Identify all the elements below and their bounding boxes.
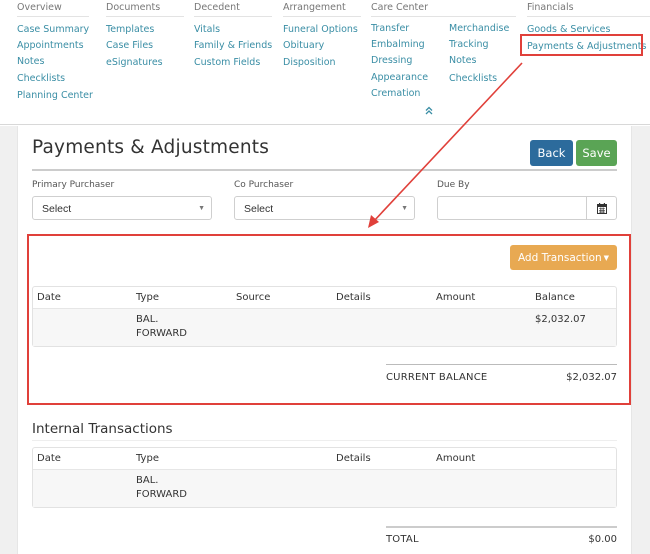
nav-link-family-friends[interactable]: Family & Friends xyxy=(194,38,272,54)
co-purchaser-label: Co Purchaser xyxy=(234,180,294,190)
total-label: TOTAL xyxy=(386,534,419,545)
internal-transactions-table: Date Type Details Amount BAL. FORWARD xyxy=(32,447,617,508)
nav-link-care-checklists[interactable]: Checklists xyxy=(449,70,509,88)
back-button[interactable]: Back xyxy=(530,140,573,166)
nav-column-arrangement: Arrangement Funeral Options Obituary Dis… xyxy=(283,0,361,72)
nav-link-appearance[interactable]: Appearance xyxy=(371,70,428,86)
nav-link-cremation[interactable]: Cremation xyxy=(371,86,428,102)
page-title: Payments & Adjustments xyxy=(32,137,270,158)
column-header-details: Details xyxy=(336,292,371,303)
nav-link-funeral-options[interactable]: Funeral Options xyxy=(283,22,361,38)
column-header-amount: Amount xyxy=(436,292,476,303)
nav-link-esignatures[interactable]: eSignatures xyxy=(106,54,184,72)
nav-link-custom-fields[interactable]: Custom Fields xyxy=(194,54,272,72)
table-header: Date Type Source Details Amount Balance xyxy=(33,287,616,309)
primary-purchaser-select[interactable]: Select ▼ xyxy=(32,196,212,220)
nav-link-checklists[interactable]: Checklists xyxy=(17,71,89,87)
total-value: $0.00 xyxy=(588,534,617,545)
nav-link-appointments[interactable]: Appointments xyxy=(17,38,89,54)
calendar-button[interactable] xyxy=(586,196,617,220)
nav-link-tracking[interactable]: Tracking xyxy=(449,37,509,53)
nav-column-overview: Overview Case Summary Appointments Notes… xyxy=(17,0,93,105)
column-header-type: Type xyxy=(136,292,159,303)
add-transaction-button[interactable]: Add Transaction ▼ xyxy=(510,245,617,270)
table-row[interactable]: BAL. FORWARD $2,032.07 xyxy=(33,309,616,346)
caret-down-icon: ▼ xyxy=(603,253,610,262)
cell-balance: $2,032.07 xyxy=(535,314,586,325)
section-divider xyxy=(32,440,617,441)
nav-heading-decedent: Decedent xyxy=(194,0,272,17)
nav-heading-financials: Financials xyxy=(527,0,650,17)
column-header-balance: Balance xyxy=(535,292,575,303)
table-header: Date Type Details Amount xyxy=(33,448,616,470)
title-divider xyxy=(32,169,617,171)
nav-link-templates[interactable]: Templates xyxy=(106,22,184,38)
cell-type-line2: FORWARD xyxy=(136,328,187,339)
nav-link-notes[interactable]: Notes xyxy=(17,54,89,70)
nav-link-embalming[interactable]: Embalming xyxy=(371,37,428,53)
cell-type: BAL. FORWARD xyxy=(136,313,187,341)
chevron-down-icon: ▼ xyxy=(401,205,408,212)
nav-link-case-files[interactable]: Case Files xyxy=(106,38,184,54)
nav-column-care-center: Care Center Transfer Embalming Dressing … xyxy=(371,0,516,99)
nav-link-dressing[interactable]: Dressing xyxy=(371,53,428,69)
column-header-details: Details xyxy=(336,453,371,464)
due-by-input[interactable] xyxy=(437,196,587,220)
nav-heading-arrangement: Arrangement xyxy=(283,0,361,17)
column-header-date: Date xyxy=(37,292,61,303)
column-header-date: Date xyxy=(37,453,61,464)
primary-purchaser-value: Select xyxy=(42,203,72,215)
nav-heading-overview: Overview xyxy=(17,0,89,17)
primary-purchaser-label: Primary Purchaser xyxy=(32,180,115,190)
nav-heading-care-center: Care Center xyxy=(371,0,516,17)
current-balance-value: $2,032.07 xyxy=(566,372,617,383)
column-header-type: Type xyxy=(136,453,159,464)
chevron-down-icon: ▼ xyxy=(198,205,205,212)
nav-column-decedent: Decedent Vitals Family & Friends Custom … xyxy=(194,0,272,72)
nav-link-disposition[interactable]: Disposition xyxy=(283,54,361,72)
nav-link-case-summary[interactable]: Case Summary xyxy=(17,22,89,38)
double-chevron-up-icon[interactable] xyxy=(425,106,433,118)
top-navigation: Overview Case Summary Appointments Notes… xyxy=(0,0,650,125)
nav-link-transfer[interactable]: Transfer xyxy=(371,21,428,37)
add-transaction-label: Add Transaction xyxy=(517,251,602,264)
due-by-label: Due By xyxy=(437,180,470,190)
save-button[interactable]: Save xyxy=(576,140,617,166)
current-balance-label: CURRENT BALANCE xyxy=(386,372,488,383)
nav-heading-documents: Documents xyxy=(106,0,184,17)
nav-link-vitals[interactable]: Vitals xyxy=(194,22,272,38)
nav-link-care-notes[interactable]: Notes xyxy=(449,53,509,69)
highlight-annotation-nav xyxy=(520,34,643,56)
nav-link-planning-center[interactable]: Planning Center xyxy=(17,87,93,105)
summary-divider xyxy=(386,364,617,365)
transactions-table: Date Type Source Details Amount Balance … xyxy=(32,286,617,347)
cell-type: BAL. FORWARD xyxy=(136,474,187,502)
co-purchaser-value: Select xyxy=(244,203,274,215)
nav-link-merchandise[interactable]: Merchandise xyxy=(449,21,509,37)
nav-column-documents: Documents Templates Case Files eSignatur… xyxy=(106,0,184,72)
column-header-amount: Amount xyxy=(436,453,476,464)
cell-type-line1: BAL. xyxy=(136,314,159,325)
internal-transactions-title: Internal Transactions xyxy=(32,421,173,437)
cell-type-line1: BAL. xyxy=(136,475,159,486)
co-purchaser-select[interactable]: Select ▼ xyxy=(234,196,415,220)
total-divider xyxy=(386,526,617,528)
column-header-source: Source xyxy=(236,292,271,303)
calendar-icon xyxy=(596,199,607,218)
table-row[interactable]: BAL. FORWARD xyxy=(33,470,616,507)
cell-type-line2: FORWARD xyxy=(136,489,187,500)
nav-link-obituary[interactable]: Obituary xyxy=(283,38,361,54)
